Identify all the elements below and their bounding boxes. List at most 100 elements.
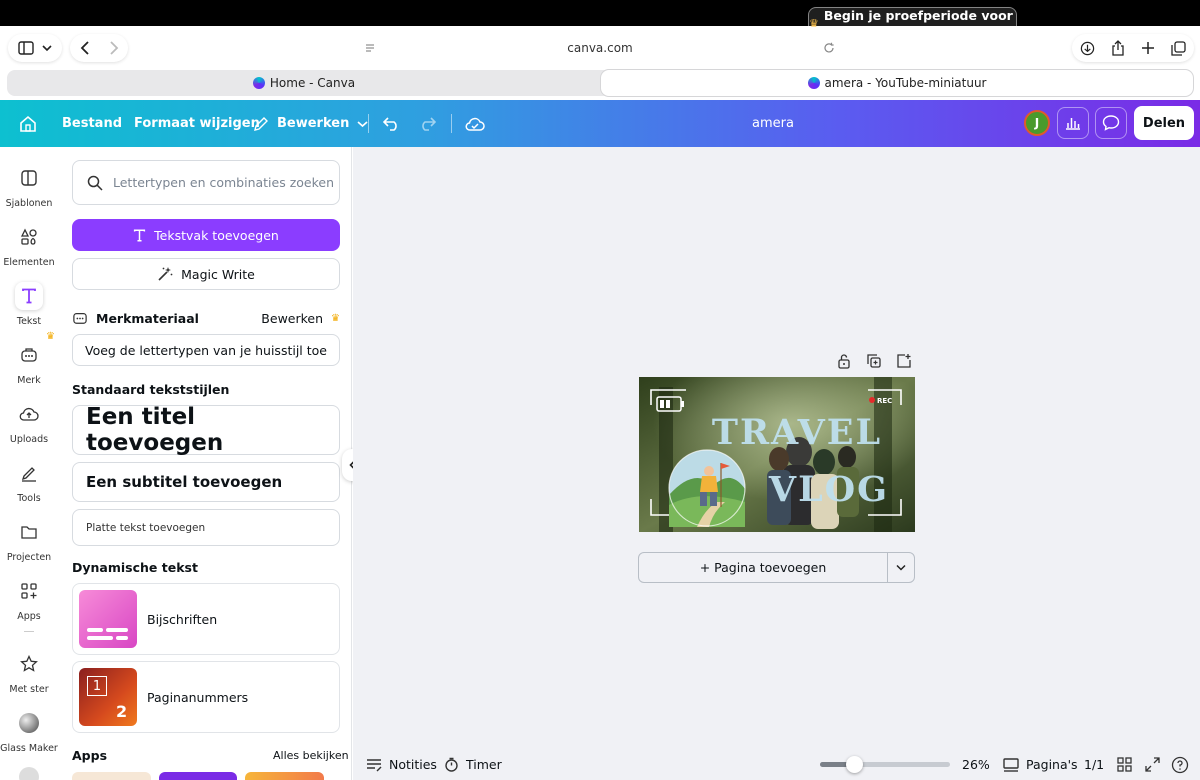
- add-title-button[interactable]: Een titel toevoegen: [72, 404, 340, 456]
- timer-button[interactable]: Timer: [444, 749, 502, 780]
- app-tile[interactable]: [159, 772, 237, 780]
- comments-button[interactable]: [1095, 107, 1127, 139]
- font-search-input[interactable]: Lettertypen en combinaties zoeken: [72, 160, 340, 205]
- page-number-one: 1: [87, 676, 107, 696]
- page-numbers-thumbnail: 1 2: [79, 668, 137, 726]
- design-title-line2[interactable]: VLOG: [768, 469, 889, 510]
- text-icon: [134, 228, 146, 242]
- add-body-text-button[interactable]: Platte tekst toevoegen: [72, 509, 340, 546]
- tab-home-canva[interactable]: Home - Canva: [7, 70, 601, 96]
- pages-icon: [1003, 757, 1019, 772]
- comment-icon: [1102, 115, 1120, 131]
- help-button[interactable]: [1171, 749, 1189, 780]
- rail-item-projects[interactable]: Projecten: [0, 518, 58, 563]
- apps-icon: [21, 583, 37, 599]
- timer-icon: [445, 757, 458, 772]
- add-brand-fonts-button[interactable]: Voeg de lettertypen van je huisstijl toe: [72, 334, 340, 366]
- dynamic-text-heading: Dynamische tekst: [72, 560, 198, 575]
- brand-kit-row: Merkmateriaal Bewerken ♛: [72, 309, 340, 327]
- zoom-slider-thumb[interactable]: [846, 756, 863, 773]
- pencil-icon: [254, 116, 268, 131]
- document-title[interactable]: amera: [752, 100, 794, 147]
- left-rail: Sjablonen Elementen Tekst ♛ Merk Uploads…: [0, 147, 58, 780]
- page-count: 1/1: [1084, 757, 1105, 772]
- pages-label: Pagina's: [1026, 757, 1078, 772]
- share-sheet-icon[interactable]: [1111, 40, 1125, 56]
- reload-icon[interactable]: [823, 42, 835, 54]
- redo-button[interactable]: [418, 100, 436, 147]
- notes-button[interactable]: Notities: [366, 749, 437, 780]
- design-title-line1[interactable]: TRAVEL: [712, 412, 882, 453]
- add-textbox-button[interactable]: Tekstvak toevoegen: [72, 219, 340, 251]
- rail-item-templates[interactable]: Sjablonen: [0, 164, 58, 209]
- templates-icon: [21, 170, 37, 186]
- save-status-button[interactable]: [465, 100, 485, 147]
- folder-icon: [21, 526, 37, 539]
- chevron-down-icon: [357, 120, 368, 127]
- address-bar[interactable]: canva.com: [357, 34, 843, 62]
- elements-icon: [20, 228, 37, 245]
- rail-item-uploads[interactable]: Uploads: [0, 400, 58, 445]
- home-button[interactable]: [18, 100, 38, 147]
- device-status-bar: [0, 0, 1200, 26]
- magic-wand-icon: [158, 267, 173, 281]
- glass-maker-icon: [19, 713, 39, 733]
- forward-icon[interactable]: [109, 41, 119, 55]
- design-canvas-page[interactable]: REC TRAVEL VLOG: [639, 377, 915, 532]
- page-numbers-item[interactable]: 1 2 Paginanummers: [72, 661, 340, 733]
- rail-item-glass-maker[interactable]: Glass Maker: [0, 709, 58, 754]
- duplicate-page-icon[interactable]: [866, 353, 882, 369]
- grid-view-button[interactable]: [1117, 749, 1132, 780]
- sidebar-toggle-button[interactable]: [8, 34, 62, 62]
- trial-button[interactable]: ♛ Begin je proefperiode voor € 0: [808, 7, 1017, 39]
- tab-overview-icon[interactable]: [1171, 40, 1186, 56]
- add-subtitle-button[interactable]: Een subtitel toevoegen: [72, 462, 340, 502]
- pages-button[interactable]: Pagina's: [1003, 749, 1078, 780]
- add-textbox-label: Tekstvak toevoegen: [154, 227, 279, 243]
- canva-favicon-icon: [252, 77, 265, 89]
- download-icon[interactable]: [1080, 41, 1095, 56]
- star-icon: [20, 655, 38, 672]
- brand-icon: [21, 348, 37, 362]
- zoom-slider-track[interactable]: [820, 756, 950, 773]
- rail-item-tools[interactable]: Tools: [0, 459, 58, 504]
- add-page-button[interactable]: + Pagina toevoegen: [639, 553, 887, 582]
- search-icon: [87, 175, 103, 191]
- text-panel: Lettertypen en combinaties zoeken Tekstv…: [58, 147, 352, 780]
- rail-more-app-icon[interactable]: [19, 767, 39, 780]
- add-page-icon[interactable]: [896, 353, 912, 369]
- app-tile[interactable]: [245, 772, 324, 780]
- new-tab-icon[interactable]: [1141, 41, 1155, 55]
- back-icon[interactable]: [80, 41, 90, 55]
- rail-item-elements[interactable]: Elementen: [0, 223, 58, 268]
- rail-item-apps[interactable]: Apps: [0, 577, 58, 622]
- grid-icon: [1117, 757, 1132, 772]
- undo-button[interactable]: [383, 100, 401, 147]
- avatar[interactable]: J: [1024, 110, 1050, 136]
- share-button[interactable]: Delen: [1134, 106, 1194, 140]
- editor-header: Bestand Formaat wijzigen Bewerken amera: [0, 100, 1200, 147]
- edit-menu[interactable]: Bewerken: [253, 100, 368, 147]
- chevron-down-icon: [42, 45, 52, 52]
- add-page-options-button[interactable]: [888, 553, 914, 582]
- insights-button[interactable]: [1057, 107, 1089, 139]
- tab-amera[interactable]: amera - YouTube-miniatuur: [601, 70, 1193, 96]
- file-menu[interactable]: Bestand: [62, 100, 122, 147]
- rail-item-starred[interactable]: Met ster: [0, 650, 58, 695]
- apps-see-all-link[interactable]: Alles bekijken: [273, 749, 349, 762]
- rail-item-text[interactable]: Tekst: [0, 282, 58, 327]
- chevron-down-icon: [896, 564, 906, 571]
- resize-button[interactable]: Formaat wijzigen: [134, 100, 260, 147]
- page-actions: [836, 353, 912, 369]
- magic-write-button[interactable]: Magic Write: [72, 258, 340, 290]
- rail-item-brand[interactable]: ♛ Merk: [0, 331, 58, 386]
- fullscreen-button[interactable]: [1145, 749, 1160, 780]
- reader-icon[interactable]: [365, 43, 375, 54]
- zoom-value[interactable]: 26%: [962, 749, 990, 780]
- notes-label: Notities: [389, 757, 437, 772]
- unlock-icon[interactable]: [836, 353, 852, 369]
- brand-edit-link[interactable]: Bewerken: [261, 311, 323, 326]
- app-tile[interactable]: [72, 772, 151, 780]
- magic-write-label: Magic Write: [181, 266, 255, 282]
- captions-item[interactable]: Bijschriften: [72, 583, 340, 655]
